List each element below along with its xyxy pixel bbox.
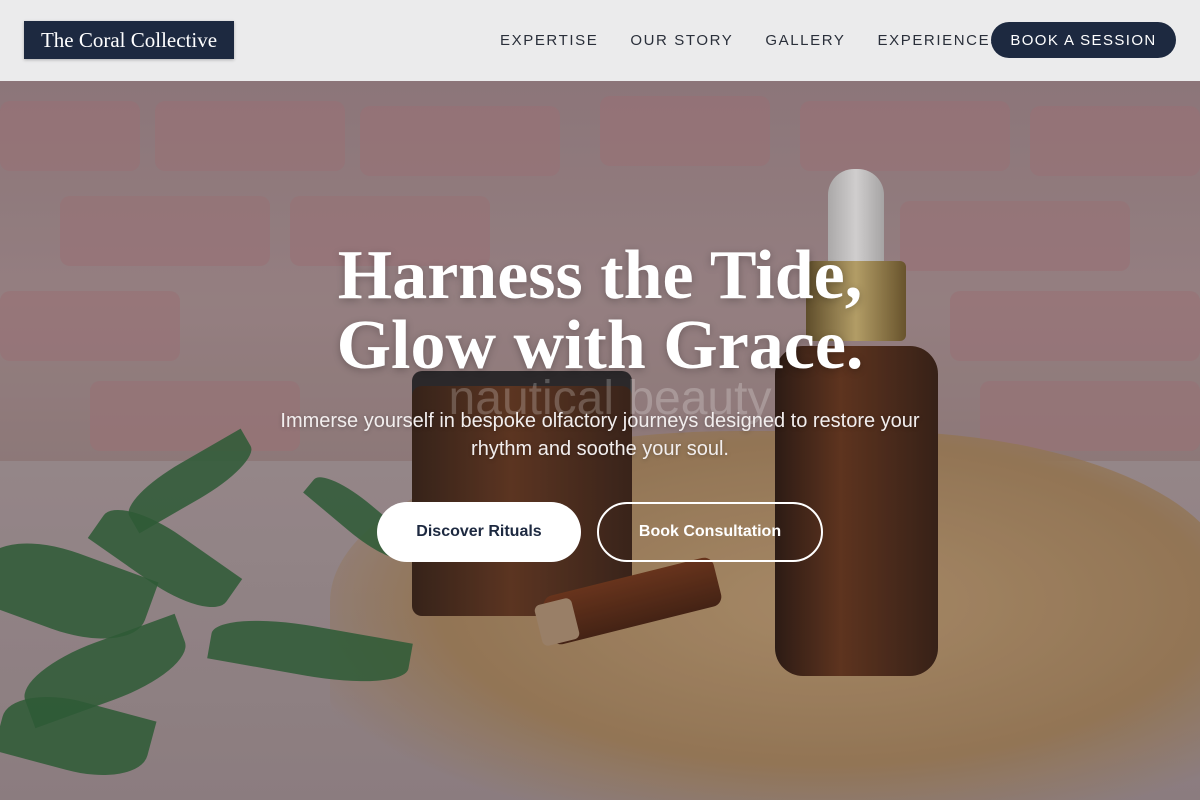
nav-link-expertise[interactable]: EXPERTISE	[500, 32, 598, 49]
discover-rituals-button[interactable]: Discover Rituals	[377, 502, 581, 562]
nav-link-gallery[interactable]: GALLERY	[765, 32, 845, 49]
nav-link-our-story[interactable]: OUR STORY	[630, 32, 733, 49]
book-consultation-button[interactable]: Book Consultation	[597, 502, 823, 562]
hero-title: Harness the Tide, Glow with Grace.	[200, 241, 1000, 381]
main-nav: EXPERTISE OUR STORY GALLERY EXPERIENCES	[480, 0, 1018, 81]
book-session-button[interactable]: BOOK A SESSION	[991, 22, 1176, 58]
site-header: The Coral Collective EXPERTISE OUR STORY…	[0, 0, 1200, 81]
hero-title-line1: Harness the Tide,	[337, 237, 863, 314]
nav-link-experiences[interactable]: EXPERIENCES	[878, 32, 1002, 49]
hero-content: Harness the Tide, Glow with Grace. nauti…	[0, 81, 1200, 800]
brand-logo[interactable]: The Coral Collective	[24, 21, 234, 59]
hero-subtitle: Immerse yourself in bespoke olfactory jo…	[280, 410, 920, 460]
